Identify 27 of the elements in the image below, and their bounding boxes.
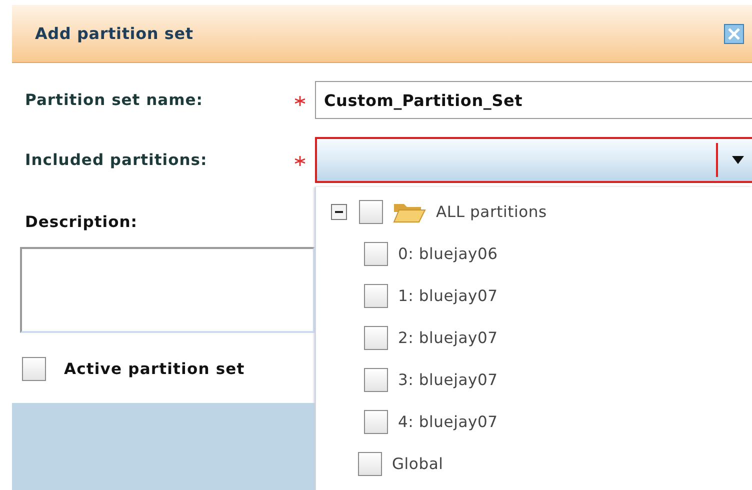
- checkbox[interactable]: [364, 326, 388, 350]
- checkbox[interactable]: [364, 368, 388, 392]
- close-icon[interactable]: [724, 24, 744, 44]
- checkbox[interactable]: [359, 200, 383, 224]
- field-label: Included partitions:: [25, 151, 208, 169]
- tree-item-label[interactable]: 3: bluejay07: [398, 371, 498, 389]
- checkbox[interactable]: [364, 410, 388, 434]
- name-field[interactable]: Custom_Partition_Set: [315, 81, 752, 119]
- tree-item-label[interactable]: 0: bluejay06: [398, 245, 498, 263]
- dropdown-arrow-icon[interactable]: [732, 156, 744, 164]
- tree-item-label[interactable]: Global: [392, 455, 444, 473]
- checkbox[interactable]: [358, 452, 382, 476]
- tree-item-label[interactable]: 4: bluejay07: [398, 413, 498, 431]
- checkbox[interactable]: [364, 284, 388, 308]
- dialog-title: Add partition set: [35, 24, 194, 43]
- field-label: Description:: [25, 213, 138, 231]
- tree-item-label[interactable]: 2: bluejay07: [398, 329, 498, 347]
- checkbox[interactable]: [22, 357, 46, 381]
- tree-item-label[interactable]: ALL partitions: [436, 203, 547, 221]
- tree-item-label[interactable]: 1: bluejay07: [398, 287, 498, 305]
- collapse-icon[interactable]: [331, 204, 347, 220]
- field-label: Partition set name:: [25, 91, 204, 109]
- checkbox[interactable]: [364, 242, 388, 266]
- checkbox-label: Active partition set: [64, 360, 245, 378]
- description-field[interactable]: [20, 247, 315, 333]
- partitions-dropdown[interactable]: [315, 137, 752, 183]
- folder-icon: [393, 201, 426, 223]
